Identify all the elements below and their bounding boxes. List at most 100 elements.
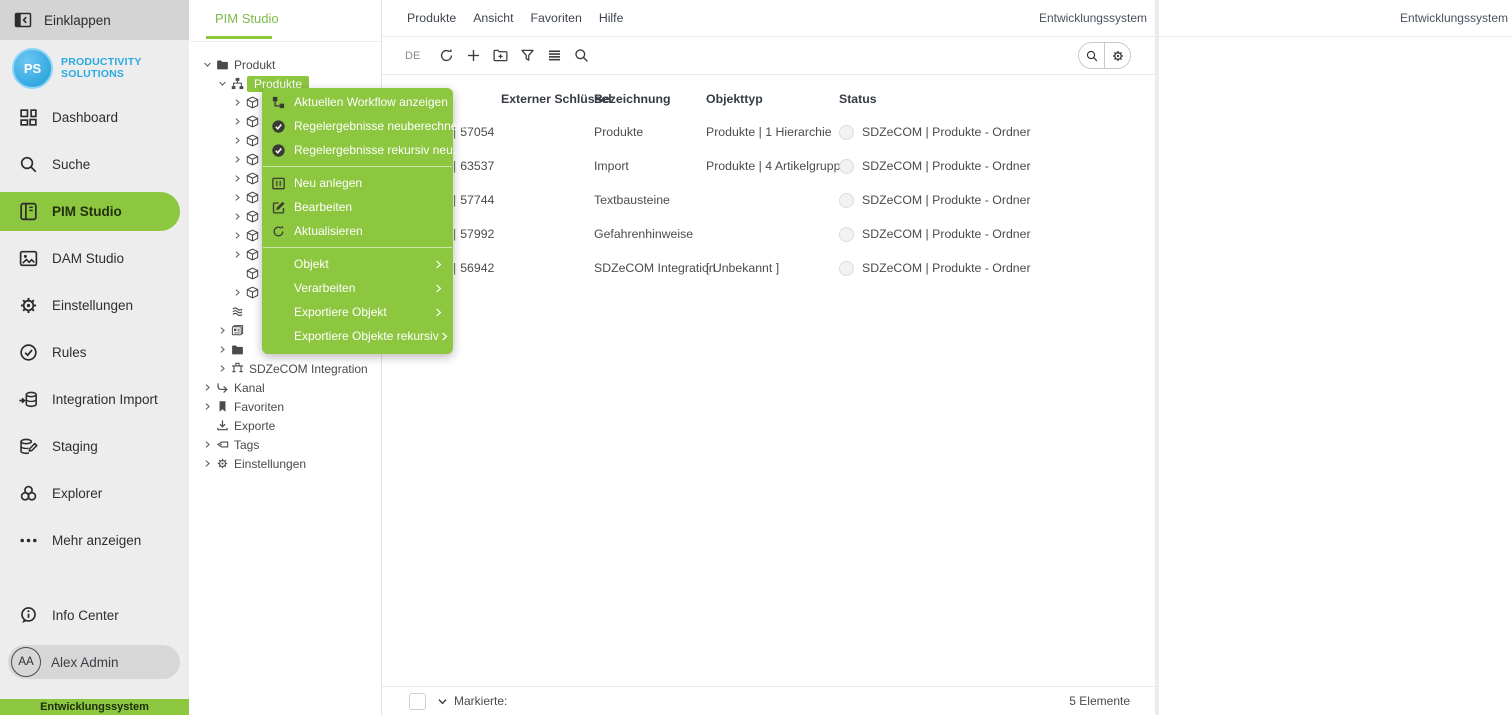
toolbar-button-search[interactable] [1079, 43, 1104, 68]
column-header-status[interactable]: Status [839, 90, 877, 108]
select-all-checkbox[interactable] [409, 693, 426, 710]
chevron-right-icon[interactable] [218, 326, 227, 335]
tree-node-sdzecom-integration[interactable]: SDZeCOM Integration [189, 359, 381, 378]
menu-item-bearbeiten[interactable]: Bearbeiten [262, 195, 453, 219]
sidebar-item-staging[interactable]: Staging [0, 423, 189, 470]
table-row[interactable]: |57744TextbausteineSDZeCOM | Produkte - … [382, 191, 1155, 209]
menu-item-exportiere-objekte-rekursiv[interactable]: Exportiere Objekte rekursiv [262, 324, 453, 348]
chevron-down-icon[interactable] [203, 60, 212, 69]
menu-item-aktualisieren[interactable]: Aktualisieren [262, 219, 453, 243]
chevron-right-icon[interactable] [233, 288, 242, 297]
chevron-right-icon[interactable] [203, 440, 212, 449]
toolbar-button-search[interactable] [568, 43, 595, 69]
dashboard-grid-icon [18, 107, 39, 128]
table-row[interactable]: |57054ProdukteProdukte | 1 HierarchieSDZ… [382, 123, 1155, 141]
menubar-item-produkte[interactable]: Produkte [407, 11, 456, 25]
language-selector[interactable]: DE [405, 50, 420, 62]
toolbar-search-settings-group [1078, 42, 1131, 69]
info-pin-icon [18, 605, 39, 626]
tree-node-tags[interactable]: Tags [189, 435, 381, 454]
chevron-right-icon[interactable] [218, 345, 227, 354]
user-menu[interactable]: AA Alex Admin [8, 645, 180, 679]
menu-item-regelergebnisse-neuberechnen[interactable]: Regelergebnisse neuberechnen [262, 114, 453, 138]
table-row[interactable]: |57992GefahrenhinweiseSDZeCOM | Produkte… [382, 225, 1155, 243]
menu-item-label: Regelergebnisse rekursiv neu... [294, 143, 463, 157]
menu-item-neu-anlegen[interactable]: Neu anlegen [262, 171, 453, 195]
toolbar-button-plus[interactable] [460, 43, 487, 69]
menu-item-aktuellen-workflow-anzeigen[interactable]: Aktuellen Workflow anzeigen [262, 90, 453, 114]
menubar-item-hilfe[interactable]: Hilfe [599, 11, 624, 25]
column-header-bezeichnung[interactable]: Bezeichnung [594, 90, 671, 108]
column-header-objekttyp[interactable]: Objekttyp [706, 90, 763, 108]
toolbar-button-filter[interactable] [514, 43, 541, 69]
chevron-down-icon[interactable] [218, 79, 227, 88]
chevron-right-icon [433, 259, 444, 270]
menu-item-exportiere-objekt[interactable]: Exportiere Objekt [262, 300, 453, 324]
sidebar-item-integration-import[interactable]: Integration Import [0, 376, 189, 423]
sidebar-item-suche[interactable]: Suche [0, 141, 189, 188]
chevron-right-icon[interactable] [203, 459, 212, 468]
sidebar-item-explorer[interactable]: Explorer [0, 470, 189, 517]
cell-bezeichnung: Gefahrenhinweise [594, 225, 693, 243]
chevron-right-icon[interactable] [203, 402, 212, 411]
chevron-right-icon[interactable] [233, 136, 242, 145]
folder-icon [231, 343, 244, 356]
tree-node-produkt[interactable]: Produkt [189, 55, 381, 74]
chevron-right-icon[interactable] [233, 212, 242, 221]
menu-item-label: Verarbeiten [294, 281, 355, 295]
table-header-row: Externer SchlüsselBezeichnungObjekttypSt… [382, 90, 1155, 108]
collapse-sidebar-button[interactable]: Einklappen [0, 0, 189, 40]
status-dot [839, 193, 854, 208]
toolbar-button-list[interactable] [541, 43, 568, 69]
menu-item-objekt[interactable]: Objekt [262, 252, 453, 276]
chevron-down-icon[interactable] [437, 696, 448, 707]
context-menu: Aktuellen Workflow anzeigenRegelergebnis… [262, 88, 453, 354]
chevron-right-icon[interactable] [218, 364, 227, 373]
logo[interactable]: PS PRODUCTIVITYSOLUTIONS [12, 48, 142, 89]
menubar-item-ansicht[interactable]: Ansicht [473, 11, 513, 25]
menu-divider [263, 247, 452, 248]
tree-node-label: Tags [234, 438, 259, 452]
chevron-right-icon[interactable] [233, 193, 242, 202]
chevron-right-icon[interactable] [233, 98, 242, 107]
table-row[interactable]: |63537ImportProdukte | 4 ArtikelgruppeSD… [382, 157, 1155, 175]
sidebar-item-info-center[interactable]: Info Center [0, 595, 189, 635]
sidebar-item-mehr-anzeigen[interactable]: Mehr anzeigen [0, 517, 189, 564]
toolbar-button-refresh[interactable] [433, 43, 460, 69]
chevron-right-icon[interactable] [233, 117, 242, 126]
sidebar-item-label: Explorer [52, 486, 102, 501]
menu-divider [263, 166, 452, 167]
sidebar-item-rules[interactable]: Rules [0, 329, 189, 376]
sidebar-item-dam-studio[interactable]: DAM Studio [0, 235, 189, 282]
menu-item-verarbeiten[interactable]: Verarbeiten [262, 276, 453, 300]
clamp-icon [231, 362, 244, 375]
download-icon [216, 419, 229, 432]
collapse-sidebar-icon [13, 10, 33, 30]
chevron-right-icon[interactable] [233, 231, 242, 240]
menu-item-regelergebnisse-rekursiv-neu[interactable]: Regelergebnisse rekursiv neu... [262, 138, 453, 162]
tree-node-einstellungen[interactable]: Einstellungen [189, 454, 381, 473]
cube-icon [246, 134, 259, 147]
chevron-right-icon[interactable] [233, 250, 242, 259]
tab-pim-studio[interactable]: PIM Studio [215, 11, 279, 26]
tree-node-exporte[interactable]: Exporte [189, 416, 381, 435]
sidebar-item-pim-studio[interactable]: PIM Studio [0, 188, 189, 235]
toolbar-button-settings[interactable] [1104, 43, 1130, 68]
toolbar-button-folder-plus[interactable] [487, 43, 514, 69]
sidebar-item-einstellungen[interactable]: Einstellungen [0, 282, 189, 329]
sidebar-item-dashboard[interactable]: Dashboard [0, 94, 189, 141]
chevron-right-icon[interactable] [233, 155, 242, 164]
menubar-item-favoriten[interactable]: Favoriten [531, 11, 582, 25]
chevron-right-icon[interactable] [203, 383, 212, 392]
status-dot [839, 261, 854, 276]
table-row[interactable]: |56942SDZeCOM Integration[ Unbekannt ]SD… [382, 259, 1155, 277]
tree-node-kanal[interactable]: Kanal [189, 378, 381, 397]
cube-icon [246, 115, 259, 128]
sidebar-item-label: Info Center [52, 608, 119, 623]
cell-bezeichnung: SDZeCOM Integration [594, 259, 716, 277]
chevron-right-icon[interactable] [233, 174, 242, 183]
tree-node-favoriten[interactable]: Favoriten [189, 397, 381, 416]
chevron-right-icon [439, 331, 450, 342]
cards-icon [231, 324, 244, 337]
chevron-right-icon [433, 307, 444, 318]
